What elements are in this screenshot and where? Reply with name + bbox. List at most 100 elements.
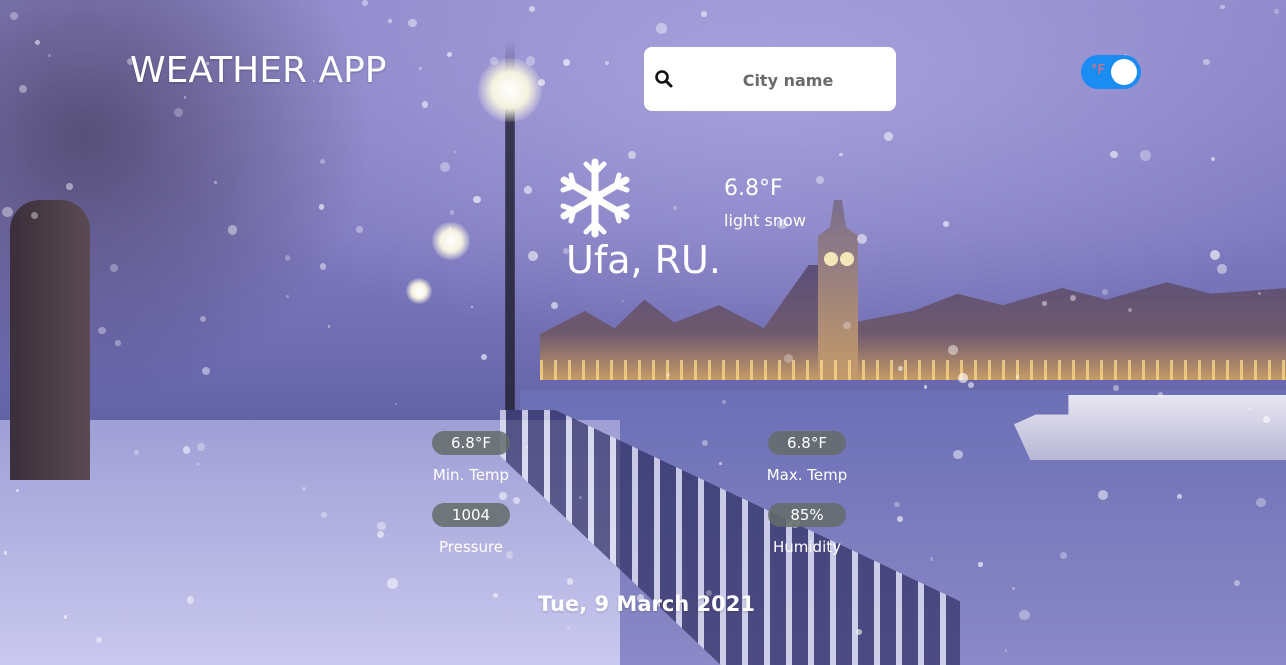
snowflake-particle <box>948 345 958 355</box>
snowflake-particle <box>448 227 452 230</box>
snowflake-particle <box>953 449 963 460</box>
weather-description: light snow <box>724 211 806 230</box>
snowflake-particle <box>562 58 571 66</box>
snowflake-particle <box>421 100 429 108</box>
snowflake-particle <box>472 195 481 204</box>
snowflake-particle <box>377 522 386 531</box>
humidity-value: 85% <box>768 503 846 527</box>
toggle-knob[interactable] <box>1111 59 1137 85</box>
snowflake-particle <box>418 66 422 70</box>
snowflake-particle <box>1109 150 1118 159</box>
snowflake-particle <box>319 263 327 270</box>
snowflake-particle <box>376 530 384 538</box>
snowflake-particle <box>702 440 708 446</box>
app-root: WEATHER APP °F <box>0 0 1286 665</box>
snowflake-particle <box>182 446 191 454</box>
snowflake-particle <box>115 340 121 346</box>
snowflake-particle <box>1256 498 1266 508</box>
snowflake-particle <box>66 183 73 190</box>
snowflake-particle <box>186 596 195 604</box>
current-date: Tue, 9 March 2021 <box>538 592 756 616</box>
snowflake-particle <box>537 78 545 86</box>
snowflake-particle <box>566 625 570 630</box>
snowflake-particle <box>227 225 238 235</box>
snowflake-particle <box>929 557 933 561</box>
snowflake-particle <box>439 162 450 173</box>
snowflake-particle <box>492 593 498 599</box>
snowflake-particle <box>97 326 106 335</box>
snowflake-particle <box>213 180 217 184</box>
snowflake-particle <box>719 462 722 465</box>
unit-toggle[interactable]: °F <box>1081 55 1141 89</box>
snowflake-particle <box>1004 649 1008 652</box>
snowflake-particle <box>201 367 210 376</box>
background-lamp-light <box>478 58 542 122</box>
snowflake-particle <box>1274 9 1279 14</box>
snowflake-particle <box>1140 149 1151 161</box>
snowflake-particle <box>110 264 118 272</box>
snowflake-particle <box>35 39 41 45</box>
snowflake-particle <box>524 186 532 194</box>
snowflake-particle <box>1015 375 1020 379</box>
snowflake-particle <box>356 225 363 233</box>
snowflake-particle <box>481 353 488 360</box>
pressure-value: 1004 <box>432 503 510 527</box>
snowflake-particle <box>1069 295 1076 302</box>
snowflake-particle <box>319 158 326 165</box>
snowflake-particle <box>196 443 205 452</box>
snowflake-particle <box>3 551 8 555</box>
snowflake-particle <box>1113 384 1120 391</box>
app-title: WEATHER APP <box>130 50 387 91</box>
snowflake-particle <box>566 577 574 585</box>
snowflake-particle <box>414 287 426 298</box>
snowflake-particle <box>9 11 18 20</box>
snowflake-particle <box>923 385 927 389</box>
pressure-label: Pressure <box>438 538 504 556</box>
snowflake-particle <box>133 450 139 456</box>
search-box[interactable] <box>644 47 896 111</box>
snowflake-particle <box>362 0 368 6</box>
snowflake-particle <box>387 19 392 23</box>
snowflake-particle <box>1019 609 1030 621</box>
current-temperature: 6.8°F <box>724 176 783 201</box>
snowflake-particle <box>320 511 327 518</box>
snowflake-particle <box>958 373 968 384</box>
snowflake-particle <box>1248 407 1251 410</box>
snowflake-particle <box>855 629 862 636</box>
snowflake-particle <box>815 175 825 184</box>
max-temp-value: 6.8°F <box>768 431 846 455</box>
snowflake-particle <box>1217 264 1227 274</box>
snowflake-particle <box>1263 416 1271 423</box>
snowflake-particle <box>318 204 325 210</box>
background-tree-trunk <box>10 200 90 480</box>
background-city-lights <box>540 360 1286 380</box>
snowflake-particle <box>656 23 668 34</box>
search-icon[interactable] <box>654 69 674 89</box>
snowflake-particle <box>1060 552 1067 560</box>
city-search-input[interactable] <box>688 61 888 99</box>
snowflake-particle <box>721 400 726 405</box>
snowflake-particle <box>1097 489 1109 500</box>
snowflake-particle <box>30 211 38 219</box>
min-temp-label: Min. Temp <box>432 466 510 484</box>
background-clock-face <box>824 252 838 266</box>
snowflake-particle <box>843 321 851 330</box>
max-temp-label: Max. Temp <box>766 466 848 484</box>
snowflake-particle <box>978 562 983 567</box>
snowflake-icon <box>557 156 633 240</box>
toggle-unit-label: °F <box>1091 63 1105 78</box>
background-clock-face <box>840 252 854 266</box>
snowflake-particle <box>1220 4 1225 9</box>
snowflake-particle <box>327 325 331 328</box>
snowflake-particle <box>839 152 843 157</box>
snowflake-particle <box>499 491 508 500</box>
humidity-label: Humidity <box>772 538 841 556</box>
city-location: Ufa, RU. <box>566 238 721 282</box>
min-temp-value: 6.8°F <box>432 431 510 455</box>
snowflake-particle <box>490 57 498 65</box>
snowflake-particle <box>387 578 398 589</box>
snowflake-particle <box>1209 250 1220 261</box>
snowflake-particle <box>550 301 559 310</box>
snowflake-particle <box>578 495 582 499</box>
snowflake-particle <box>525 56 536 66</box>
